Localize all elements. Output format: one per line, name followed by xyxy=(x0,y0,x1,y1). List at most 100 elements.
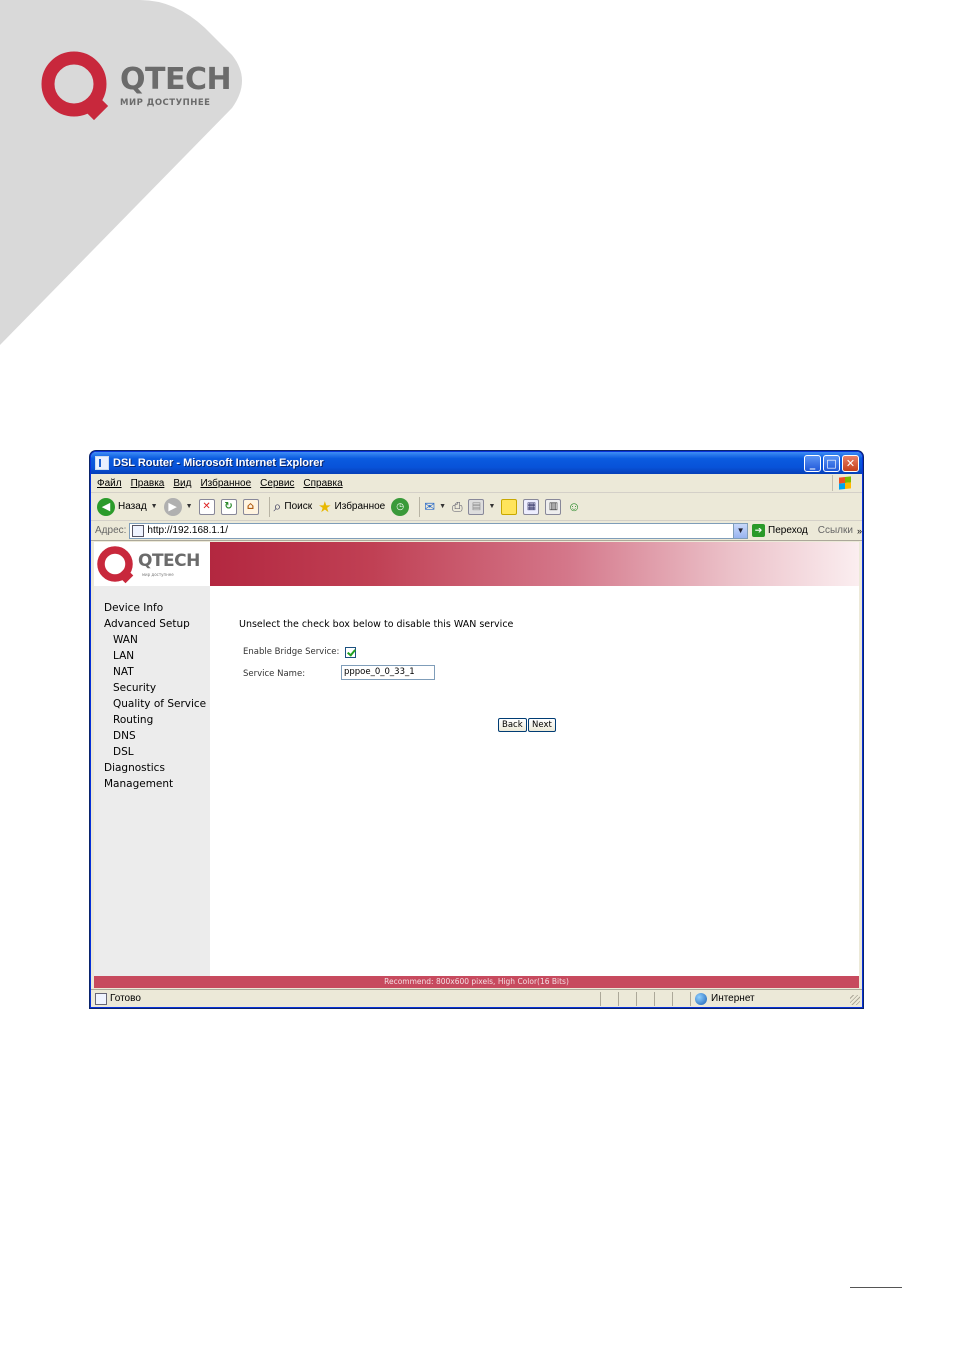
status-cell xyxy=(654,991,672,1006)
favorites-star-icon: ★ xyxy=(318,498,332,516)
media-button[interactable]: ▥ xyxy=(545,498,562,515)
menu-view[interactable]: Вид xyxy=(173,478,191,489)
next-form-button[interactable]: Next xyxy=(528,718,556,732)
maximize-button[interactable]: □ xyxy=(823,454,840,472)
nav-dns[interactable]: DNS xyxy=(94,728,210,744)
status-cell xyxy=(618,991,636,1006)
qtech-banner-logo-icon xyxy=(97,546,134,584)
home-icon: ⌂ xyxy=(242,498,259,515)
nav-quality-of-service[interactable]: Quality of Service xyxy=(94,696,210,712)
nav-security[interactable]: Security xyxy=(94,680,210,696)
discuss-button[interactable] xyxy=(501,498,518,515)
resize-grip[interactable] xyxy=(850,995,860,1005)
standard-toolbar: ◀ Назад ▼ ▶ ▼ ✕ ↻ ⌂ ⌕ Поиск ★ Избранное … xyxy=(91,493,862,521)
globe-icon xyxy=(695,992,707,1005)
document-logo: QTECH МИР ДОСТУПНЕЕ xyxy=(40,48,240,124)
forward-arrow-icon: ▶ xyxy=(163,497,182,516)
address-bar: Адрес: http://192.168.1.1/ ▼ ➔ Переход С… xyxy=(91,521,862,541)
stop-icon: ✕ xyxy=(198,498,215,515)
nav-lan[interactable]: LAN xyxy=(94,648,210,664)
menu-tools[interactable]: Сервис xyxy=(260,478,294,489)
recommend-footer: Recommend: 800x600 pixels, High Color(16… xyxy=(94,976,859,988)
menu-help[interactable]: Справка xyxy=(303,478,342,489)
close-button[interactable]: ✕ xyxy=(842,454,859,472)
page-number-rule xyxy=(850,1287,902,1288)
nav-wan[interactable]: WAN xyxy=(94,632,210,648)
forward-dropdown-icon[interactable]: ▼ xyxy=(186,503,193,510)
messenger-button[interactable]: ☺ xyxy=(567,499,580,514)
edit-button[interactable]: ▤ ▼ xyxy=(468,498,495,515)
nav-dsl[interactable]: DSL xyxy=(94,744,210,760)
go-label: Переход xyxy=(768,525,808,536)
messenger-icon: ☺ xyxy=(567,499,581,514)
address-dropdown-icon[interactable]: ▼ xyxy=(733,523,748,538)
enable-bridge-label: Enable Bridge Service: xyxy=(243,647,340,657)
enable-bridge-checkbox[interactable] xyxy=(345,647,356,658)
status-cell xyxy=(690,991,691,1006)
router-banner: QTECH мир доступнее xyxy=(94,542,859,586)
forward-button[interactable]: ▶ ▼ xyxy=(163,497,193,516)
security-zone: Интернет xyxy=(695,992,755,1005)
document-logo-slogan: МИР ДОСТУПНЕЕ xyxy=(120,98,211,108)
home-button[interactable]: ⌂ xyxy=(242,498,259,515)
status-text: Готово xyxy=(110,993,141,1004)
nav-diagnostics[interactable]: Diagnostics xyxy=(94,760,210,776)
search-label: Поиск xyxy=(284,501,313,512)
history-icon: ◷ xyxy=(391,497,410,516)
history-button[interactable]: ◷ xyxy=(391,497,410,516)
title-bar[interactable]: DSL Router - Microsoft Internet Explorer… xyxy=(91,452,862,474)
nav-device-info[interactable]: Device Info xyxy=(94,600,210,616)
menu-edit[interactable]: Правка xyxy=(131,478,165,489)
research-icon: ▦ xyxy=(523,498,540,515)
back-button[interactable]: ◀ Назад ▼ xyxy=(97,497,158,516)
links-button[interactable]: Ссылки xyxy=(818,525,853,536)
go-button[interactable]: ➔ Переход xyxy=(752,524,808,537)
page-instruction: Unselect the check box below to disable … xyxy=(239,619,514,630)
banner-slogan: мир доступнее xyxy=(142,572,174,577)
research-button[interactable]: ▦ xyxy=(523,498,540,515)
nav-nat[interactable]: NAT xyxy=(94,664,210,680)
favorites-button[interactable]: ★ Избранное xyxy=(318,498,385,516)
refresh-button[interactable]: ↻ xyxy=(220,498,237,515)
nav-advanced-setup[interactable]: Advanced Setup xyxy=(94,616,210,632)
back-form-button[interactable]: Back xyxy=(498,718,527,732)
stop-button[interactable]: ✕ xyxy=(198,498,215,515)
back-label: Назад xyxy=(118,501,147,512)
back-dropdown-icon[interactable]: ▼ xyxy=(151,503,158,510)
browser-window: DSL Router - Microsoft Internet Explorer… xyxy=(90,451,863,1008)
qtech-logo-icon xyxy=(41,51,109,121)
nav-management[interactable]: Management xyxy=(94,776,210,792)
edit-icon: ▤ xyxy=(468,498,485,515)
back-arrow-icon: ◀ xyxy=(97,497,115,516)
menu-favorites[interactable]: Избранное xyxy=(200,478,251,489)
mail-dropdown-icon[interactable]: ▼ xyxy=(439,503,446,510)
print-button[interactable]: ⎙ xyxy=(452,499,462,515)
page-icon xyxy=(132,524,145,537)
service-name-label: Service Name: xyxy=(243,669,306,679)
edit-dropdown-icon[interactable]: ▼ xyxy=(488,503,495,510)
zone-label: Интернет xyxy=(711,993,755,1004)
address-label: Адрес: xyxy=(95,525,127,536)
mail-icon: ✉ xyxy=(424,498,436,514)
chevron-right-icon[interactable]: » xyxy=(857,526,862,536)
search-button[interactable]: ⌕ Поиск xyxy=(274,498,313,515)
service-name-input[interactable]: pppoe_0_0_33_1 xyxy=(341,665,435,680)
router-logo: QTECH мир доступнее xyxy=(94,542,210,586)
mail-button[interactable]: ✉ ▼ xyxy=(424,499,446,515)
status-cell xyxy=(672,991,690,1006)
printer-icon: ⎙ xyxy=(452,498,463,514)
toolbar-separator xyxy=(268,496,270,517)
page-viewport: QTECH мир доступнее Device Info Advanced… xyxy=(94,542,859,988)
router-nav: Device Info Advanced Setup WAN LAN NAT S… xyxy=(94,586,210,976)
nav-routing[interactable]: Routing xyxy=(94,712,210,728)
menu-file[interactable]: Файл xyxy=(97,478,122,489)
go-arrow-icon: ➔ xyxy=(752,524,766,537)
refresh-icon: ↻ xyxy=(220,498,237,515)
search-icon: ⌕ xyxy=(273,498,282,514)
note-icon xyxy=(501,498,518,515)
address-input[interactable]: http://192.168.1.1/ ▼ xyxy=(129,522,749,539)
status-bar: Готово Интернет xyxy=(91,989,862,1007)
favorites-label: Избранное xyxy=(334,501,386,512)
minimize-button[interactable]: _ xyxy=(804,454,821,472)
menu-bar: Файл Правка Вид Избранное Сервис Справка xyxy=(91,474,862,493)
